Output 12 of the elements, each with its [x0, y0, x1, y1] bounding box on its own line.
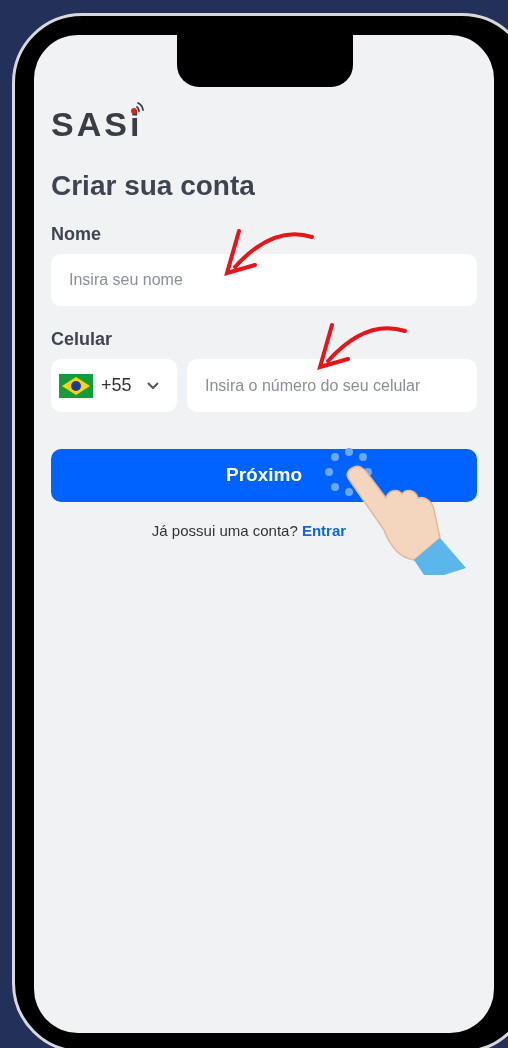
country-code-select[interactable]: +55 [51, 359, 177, 412]
phone-input-field[interactable]: Insira o número do seu celular [187, 359, 477, 412]
login-link[interactable]: Entrar [301, 522, 347, 539]
loading-spinner-icon [324, 447, 374, 497]
field-label: Celular [51, 328, 113, 351]
name-input-field[interactable]: Insira seu nome [51, 254, 477, 306]
login-prompt: Já possui uma conta? Entrar [151, 521, 347, 541]
logo-text: SASi [51, 107, 143, 141]
flag-icon [59, 373, 93, 398]
page-title: Criar sua conta [51, 169, 255, 203]
next-button[interactable]: Próximo [51, 449, 477, 502]
field-label: Nome [51, 223, 101, 246]
